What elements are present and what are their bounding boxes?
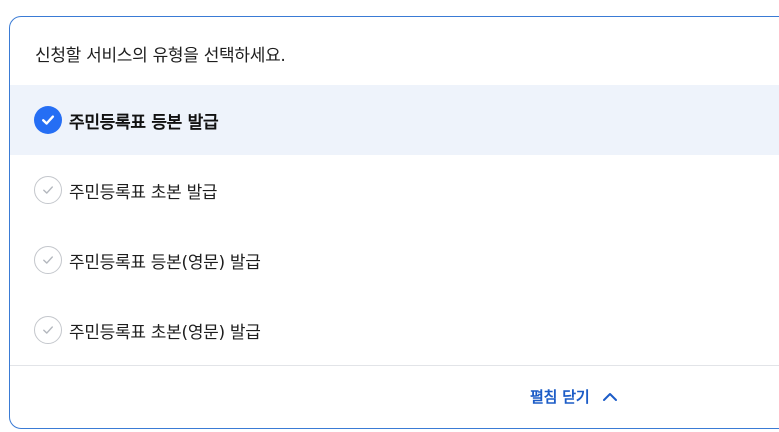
option-label: 주민등록표 등본 발급 xyxy=(69,112,219,133)
option-resident-abstract-english[interactable]: 주민등록표 초본(영문) 발급 xyxy=(10,295,779,365)
collapse-toggle-button[interactable]: 펼침 닫기 xyxy=(530,386,618,407)
service-type-option-list: 주민등록표 등본 발급 주민등록표 초본 발급 주민등록표 등본(영문) 발급 xyxy=(10,85,779,365)
option-resident-copy-english[interactable]: 주민등록표 등본(영문) 발급 xyxy=(10,225,779,295)
service-type-prompt: 신청할 서비스의 유형을 선택하세요. xyxy=(35,46,286,66)
check-circle-icon xyxy=(34,246,62,274)
check-circle-icon xyxy=(34,106,62,134)
chevron-up-icon xyxy=(602,391,618,403)
check-circle-icon xyxy=(34,316,62,344)
option-label: 주민등록표 초본(영문) 발급 xyxy=(69,322,261,343)
option-label: 주민등록표 등본(영문) 발급 xyxy=(69,252,261,273)
option-resident-copy[interactable]: 주민등록표 등본 발급 xyxy=(10,85,779,155)
service-type-dropdown-panel: 신청할 서비스의 유형을 선택하세요. 주민등록표 등본 발급 주민등록표 초본… xyxy=(9,16,779,429)
check-circle-icon xyxy=(34,176,62,204)
option-label: 주민등록표 초본 발급 xyxy=(69,182,218,203)
collapse-toggle-label: 펼침 닫기 xyxy=(530,388,590,406)
option-resident-abstract[interactable]: 주민등록표 초본 발급 xyxy=(10,155,779,225)
dropdown-footer: 펼침 닫기 xyxy=(10,365,779,428)
page: 신청할 서비스의 유형을 선택하세요. 주민등록표 등본 발급 주민등록표 초본… xyxy=(0,0,779,432)
